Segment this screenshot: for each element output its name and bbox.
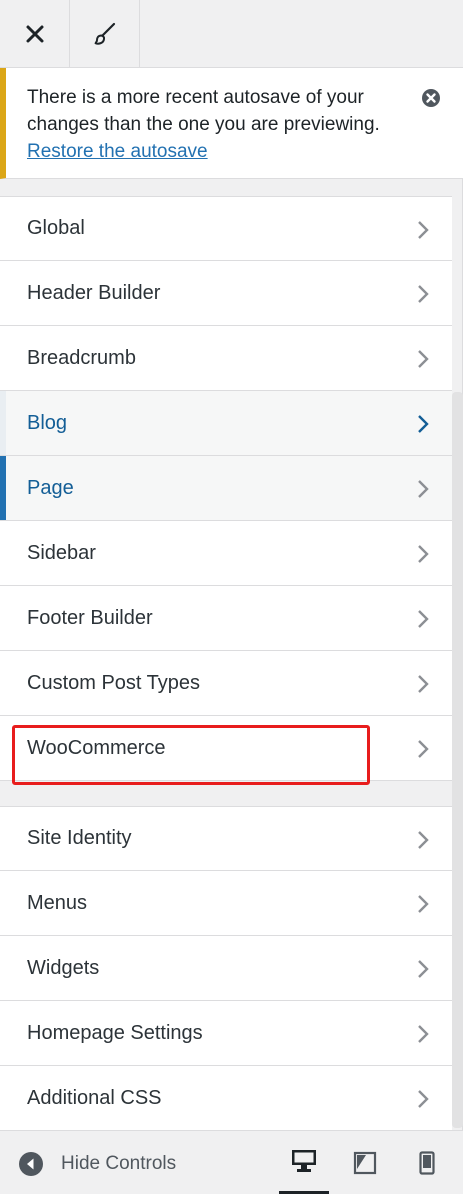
section-label: Custom Post Types [27,671,201,694]
customizer-header [0,0,463,68]
notice-message: There is a more recent autosave of your … [27,87,380,135]
section-label: Sidebar [27,541,96,564]
section-label: Breadcrumb [27,346,136,369]
preview-tablet-button[interactable] [340,1131,390,1194]
collapse-arrow-icon [19,1152,43,1176]
chevron-right-icon [418,545,429,563]
section-global[interactable]: Global [0,196,452,261]
chevron-right-icon [418,285,429,303]
tablet-icon [353,1151,377,1175]
section-menus[interactable]: Menus [0,871,452,936]
section-woocommerce[interactable]: WooCommerce [0,716,452,781]
section-label: Header Builder [27,281,161,304]
chevron-right-icon [418,831,429,849]
chevron-right-icon [418,221,429,239]
preview-desktop-button[interactable] [279,1131,329,1194]
section-homepage-settings[interactable]: Homepage Settings [0,1001,452,1066]
chevron-right-icon [418,1090,429,1108]
section-label: Menus [27,891,88,914]
mobile-icon [419,1151,435,1175]
chevron-right-icon [418,895,429,913]
paintbrush-icon [94,22,115,45]
close-icon [26,25,43,43]
section-label: WooCommerce [27,736,166,759]
section-sidebar[interactable]: Sidebar [0,521,452,586]
section-page[interactable]: Page [0,456,452,521]
desktop-icon [292,1150,316,1172]
customizer-panel: There is a more recent autosave of your … [0,0,463,1194]
section-header-builder[interactable]: Header Builder [0,261,452,326]
close-button[interactable] [0,0,70,68]
chevron-right-icon [418,1025,429,1043]
chevron-right-icon [418,350,429,368]
customizer-footer: Hide Controls [0,1130,463,1194]
chevron-right-icon [418,675,429,693]
core-sections: Site Identity Menus Widgets Homepage Set… [0,806,452,1131]
section-label: Homepage Settings [27,1021,203,1044]
chevron-right-icon [418,415,429,433]
restore-autosave-link[interactable]: Restore the autosave [27,141,208,162]
hide-controls-button[interactable]: Hide Controls [18,1149,176,1179]
chevron-right-icon [418,960,429,978]
chevron-right-icon [418,480,429,498]
section-label: Widgets [27,956,100,979]
section-custom-post-types[interactable]: Custom Post Types [0,651,452,716]
preview-mobile-button[interactable] [402,1131,452,1194]
section-label: Site Identity [27,827,132,849]
hide-controls-label: Hide Controls [61,1153,177,1174]
autosave-notice: There is a more recent autosave of your … [0,68,463,179]
section-label: Additional CSS [27,1086,162,1109]
customize-button[interactable] [70,0,140,68]
chevron-right-icon [418,610,429,628]
scrollbar-thumb[interactable] [452,392,463,1128]
section-site-identity[interactable]: Site Identity [0,806,452,871]
chevron-right-icon [418,740,429,758]
section-footer-builder[interactable]: Footer Builder [0,586,452,651]
dismiss-icon[interactable] [421,88,441,108]
section-widgets[interactable]: Widgets [0,936,452,1001]
section-label: Footer Builder [27,606,153,629]
section-label: Global [27,217,85,239]
theme-sections: Global Header Builder Breadcrumb Blog Pa… [0,196,452,781]
section-label: Page [27,476,74,499]
section-additional-css[interactable]: Additional CSS [0,1066,452,1131]
section-label: Blog [27,411,68,434]
section-breadcrumb[interactable]: Breadcrumb [0,326,452,391]
section-blog[interactable]: Blog [0,391,452,456]
